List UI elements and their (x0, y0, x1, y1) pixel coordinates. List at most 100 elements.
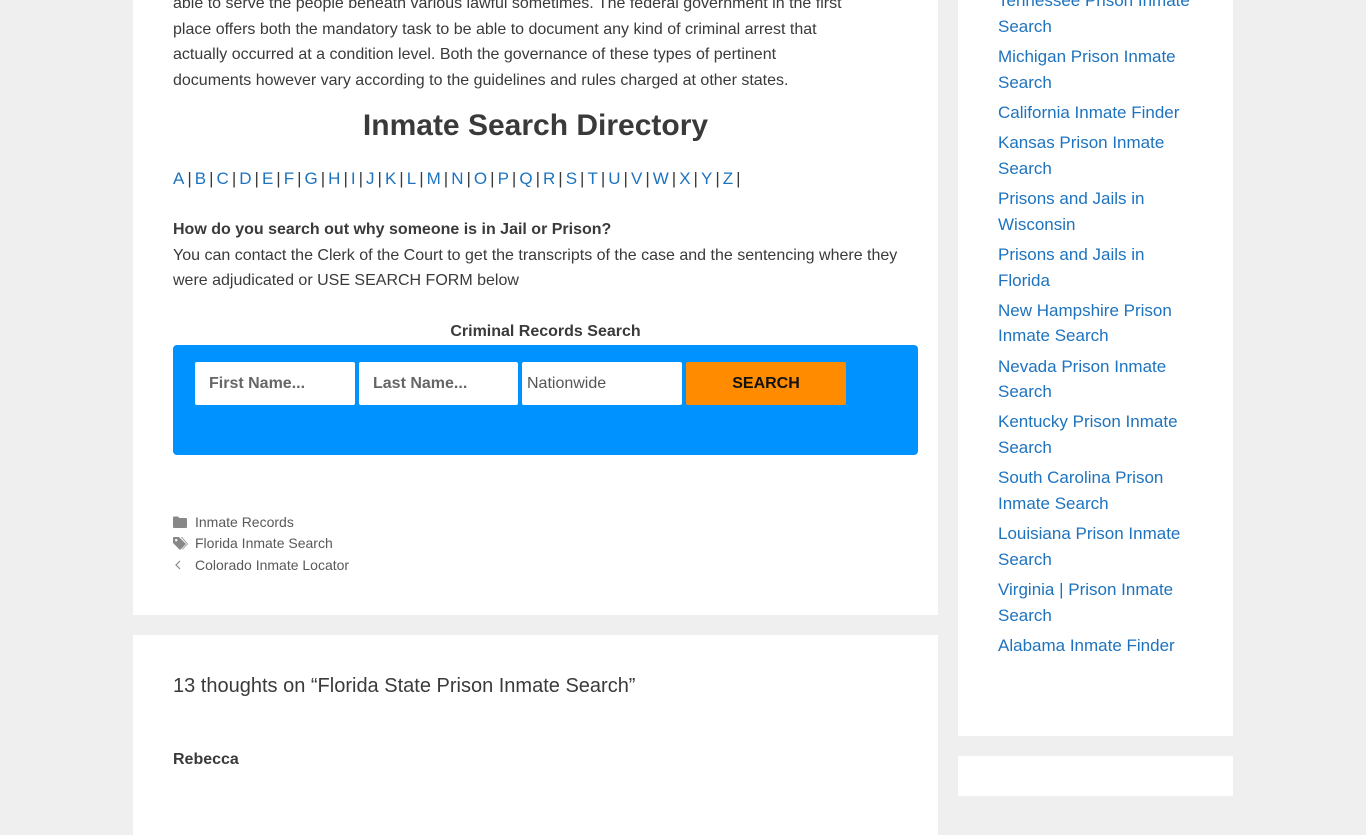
sidebar-link[interactable]: Kentucky Prison Inmate Search (998, 412, 1178, 457)
prev-post-link[interactable]: Colorado Inmate Locator (195, 557, 349, 573)
criminal-records-search-form: SEARCH (173, 345, 918, 455)
sidebar-link[interactable]: Tennessee Prison Inmate Search (998, 0, 1190, 36)
sidebar-item: South Carolina Prison Inmate Search (998, 465, 1198, 517)
letter-link-q[interactable]: Q (519, 169, 532, 188)
sidebar-link-list: Inmate SearchTennessee Prison Inmate Sea… (998, 0, 1198, 663)
tag-row: Florida Inmate Search (173, 533, 349, 555)
category-link[interactable]: Inmate Records (195, 514, 294, 530)
intro-line: documents however vary according to the … (173, 71, 789, 89)
sidebar-item: Prisons and Jails in Florida (998, 242, 1198, 294)
letter-link-y[interactable]: Y (701, 169, 712, 188)
letter-link-k[interactable]: K (385, 169, 396, 188)
letter-separator: | (231, 169, 237, 188)
letter-link-w[interactable]: W (653, 169, 669, 188)
letter-link-m[interactable]: M (427, 169, 441, 188)
sidebar-item: Virginia | Prison Inmate Search (998, 577, 1198, 629)
letter-link-o[interactable]: O (474, 169, 487, 188)
letter-link-l[interactable]: L (407, 169, 416, 188)
comment-author: Rebecca (173, 751, 239, 768)
intro-line: able to serve the people beneath various… (173, 0, 842, 12)
sidebar-item: Kansas Prison Inmate Search (998, 130, 1198, 182)
sidebar-link[interactable]: Alabama Inmate Finder (998, 636, 1175, 655)
letter-link-e[interactable]: E (262, 169, 273, 188)
intro-line: actually occurred at a condition level. … (173, 46, 777, 63)
search-button[interactable]: SEARCH (686, 362, 846, 405)
letter-link-b[interactable]: B (195, 169, 206, 188)
letter-separator: | (623, 169, 628, 188)
last-name-input[interactable] (359, 362, 518, 405)
sidebar-link[interactable]: New Hampshire Prison Inmate Search (998, 301, 1172, 346)
tag-link[interactable]: Florida Inmate Search (195, 535, 333, 551)
faq-answer: You can contact the Clerk of the Court t… (173, 246, 898, 290)
letter-separator: | (209, 169, 214, 188)
letter-link-v[interactable]: V (631, 169, 642, 188)
sidebar-link[interactable]: Kansas Prison Inmate Search (998, 133, 1164, 178)
letter-link-n[interactable]: N (451, 169, 463, 188)
post-meta: Inmate Records Florida Inmate Search Col… (173, 511, 349, 576)
letter-link-i[interactable]: I (351, 169, 356, 188)
letter-separator: | (187, 169, 192, 188)
sidebar-widget-next (958, 756, 1233, 796)
letter-separator: | (466, 169, 471, 188)
article-card: able to serve the people beneath various… (133, 0, 938, 615)
letter-link-u[interactable]: U (608, 169, 620, 188)
letter-separator: | (645, 169, 650, 188)
sidebar-link[interactable]: Nevada Prison Inmate Search (998, 357, 1166, 402)
letter-separator: | (276, 169, 281, 188)
comments-section: 13 thoughts on “Florida State Prison Inm… (133, 635, 938, 835)
letter-link-s[interactable]: S (566, 169, 577, 188)
directory-title: Inmate Search Directory (362, 109, 709, 142)
letter-separator: | (600, 169, 606, 188)
letter-link-h[interactable]: H (328, 169, 340, 188)
letter-separator: | (535, 169, 540, 188)
sidebar-item: Louisiana Prison Inmate Search (998, 521, 1198, 573)
first-name-input[interactable] (195, 362, 355, 405)
sidebar-item: California Inmate Finder (998, 100, 1198, 126)
sidebar-link[interactable]: Louisiana Prison Inmate Search (998, 524, 1180, 569)
sidebar-item: Tennessee Prison Inmate Search (998, 0, 1198, 40)
sidebar-link[interactable]: California Inmate Finder (998, 103, 1179, 122)
letter-separator: | (358, 169, 364, 188)
sidebar-link[interactable]: South Carolina Prison Inmate Search (998, 468, 1163, 513)
letter-link-p[interactable]: P (498, 169, 509, 188)
letter-link-z[interactable]: Z (723, 169, 733, 188)
folder-icon (173, 516, 195, 528)
letter-link-t[interactable]: T (587, 169, 597, 188)
letter-link-a[interactable]: A (173, 169, 184, 188)
sidebar-item: Nevada Prison Inmate Search (998, 354, 1198, 406)
sidebar-link[interactable]: Michigan Prison Inmate Search (998, 47, 1176, 92)
faq-block: How do you search out why someone is in … (173, 217, 898, 294)
sidebar-link[interactable]: Prisons and Jails in Florida (998, 245, 1144, 290)
letter-separator: | (443, 169, 449, 188)
letter-link-x[interactable]: X (679, 169, 690, 188)
sidebar-item: Michigan Prison Inmate Search (998, 44, 1198, 96)
search-form-title: Criminal Records Search (450, 323, 641, 340)
letter-link-g[interactable]: G (305, 169, 318, 188)
letter-link-c[interactable]: C (217, 169, 229, 188)
letter-separator: | (490, 169, 495, 188)
comments-title: 13 thoughts on “Florida State Prison Inm… (173, 675, 636, 697)
letter-link-d[interactable]: D (239, 169, 251, 188)
letter-link-j[interactable]: J (366, 169, 375, 188)
sidebar-item: Prisons and Jails in Wisconsin (998, 186, 1198, 238)
letter-separator: | (343, 169, 348, 188)
sidebar-link[interactable]: Prisons and Jails in Wisconsin (998, 189, 1144, 234)
letter-separator: | (511, 169, 517, 188)
letter-separator: | (297, 169, 302, 188)
letter-separator: | (671, 169, 677, 188)
letter-link-r[interactable]: R (543, 169, 555, 188)
intro-paragraph: able to serve the people beneath various… (173, 0, 898, 93)
state-select[interactable] (522, 362, 682, 405)
sidebar-widget: Inmate SearchTennessee Prison Inmate Sea… (958, 0, 1233, 736)
sidebar-link[interactable]: Virginia | Prison Inmate Search (998, 580, 1173, 625)
letter-link-f[interactable]: F (284, 169, 294, 188)
letter-separator: | (736, 169, 741, 188)
prev-post-row: Colorado Inmate Locator (173, 554, 349, 576)
letter-separator: | (419, 169, 424, 188)
sidebar-item: Alabama Inmate Finder (998, 633, 1198, 659)
letter-separator: | (715, 169, 720, 188)
letter-separator: | (377, 169, 382, 188)
tag-icon (173, 536, 195, 550)
intro-line: place offers both the mandatory task to … (173, 20, 817, 38)
letter-separator: | (254, 169, 259, 188)
